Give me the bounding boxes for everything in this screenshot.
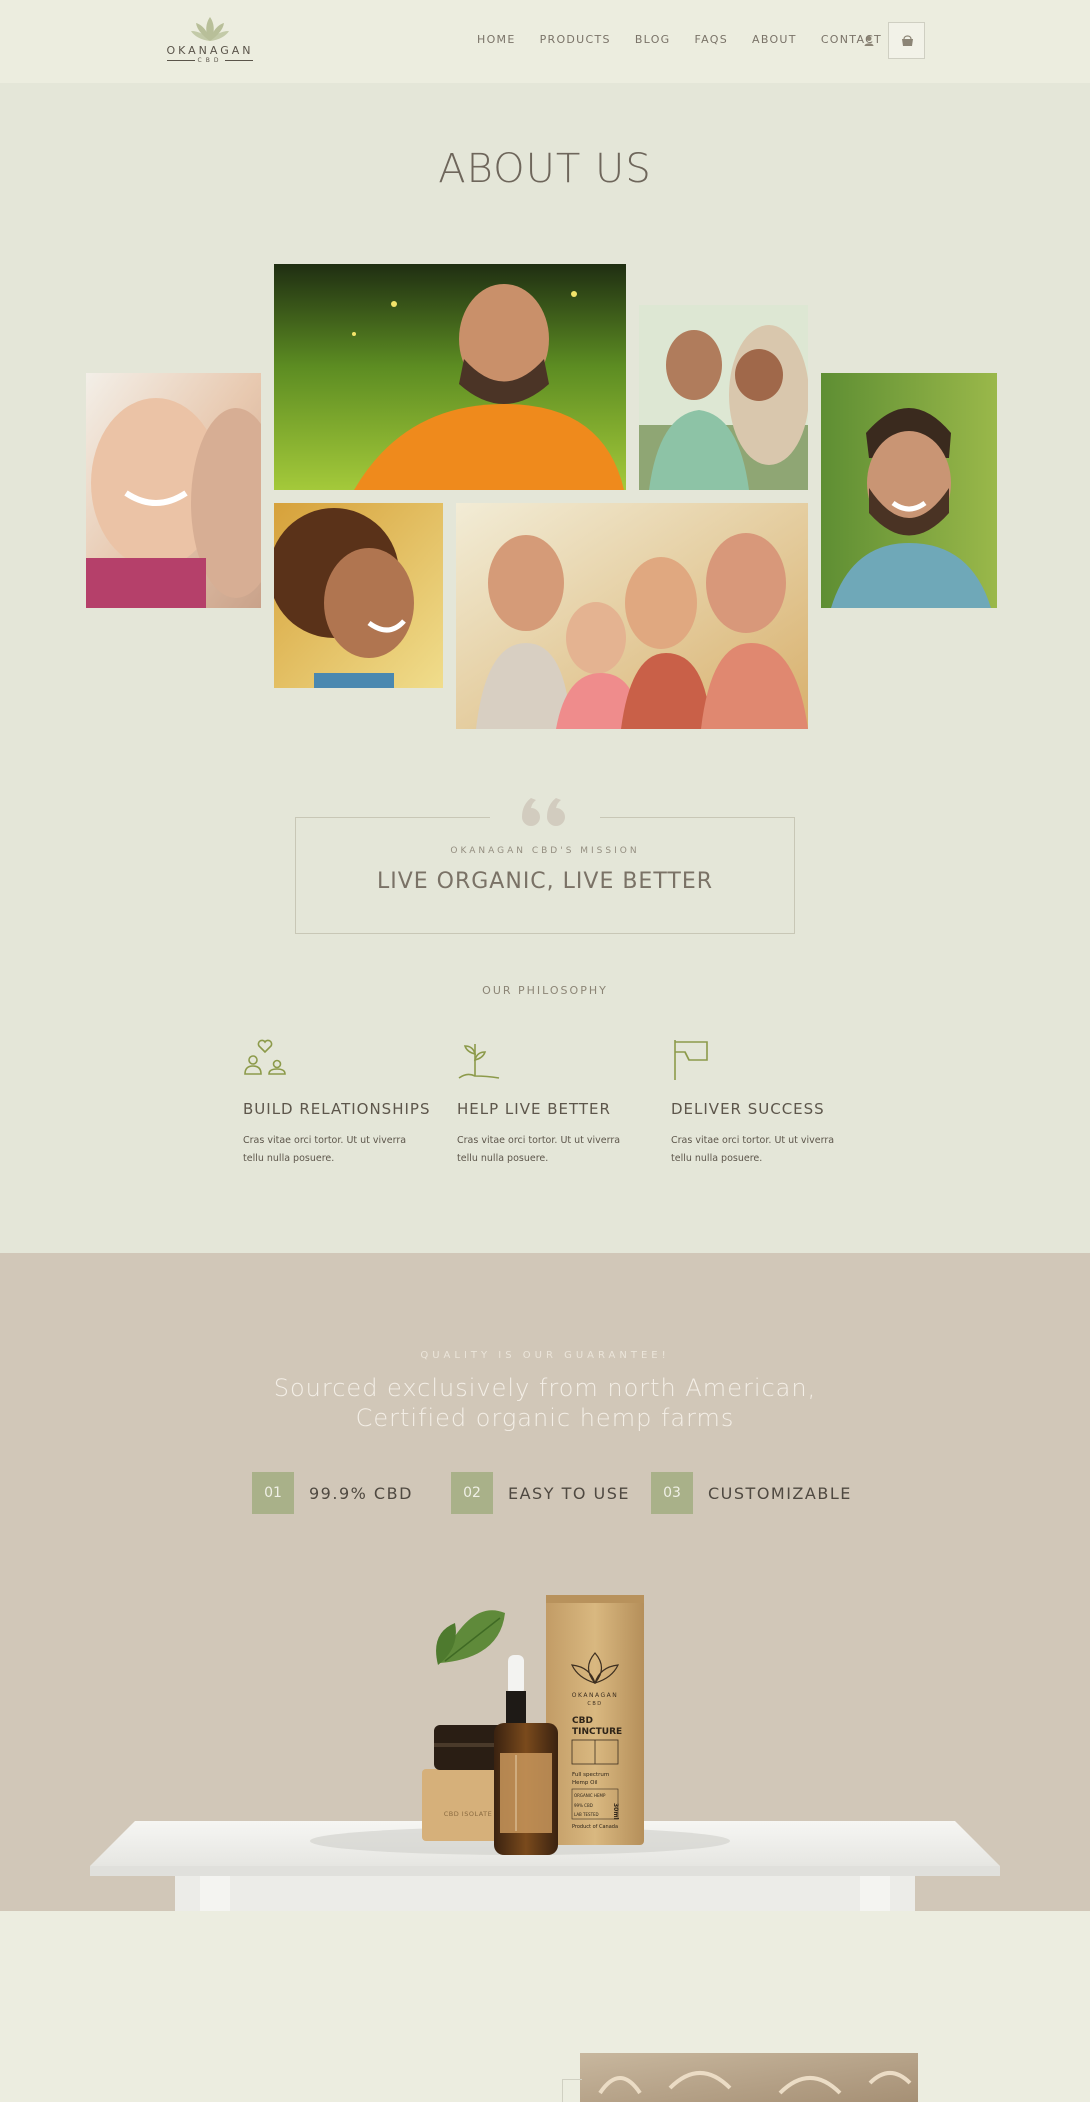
feature-item: 03 CUSTOMIZABLE [651, 1472, 852, 1514]
philosophy-item-text: Cras vitae orci tortor. Ut ut viverra te… [243, 1135, 407, 1164]
quality-title-line: Certified organic hemp farms [355, 1404, 735, 1432]
feature-number: 02 [451, 1472, 493, 1514]
lotus-logo-icon [191, 17, 229, 41]
photo-woman-curly-hair [274, 503, 443, 688]
site-header: OKANAGAN CBD HOME PRODUCTS BLOG FAQS ABO… [0, 0, 1090, 83]
feature-label: 99.9% CBD [309, 1483, 413, 1503]
philosophy-item: BUILD RELATIONSHIPS Cras vitae orci tort… [243, 1038, 443, 1168]
philosophy-item: DELIVER SUCCESS Cras vitae orci tortor. … [671, 1038, 871, 1168]
cart-icon [902, 35, 913, 46]
mission-title: LIVE ORGANIC, LIVE BETTER [376, 869, 714, 894]
philosophy-item-title: BUILD RELATIONSHIPS [243, 1100, 431, 1118]
logo[interactable]: OKANAGAN CBD [163, 14, 257, 70]
photo-man-sunlight [274, 264, 626, 490]
page-title: ABOUT US [438, 146, 652, 192]
flag-icon [674, 1040, 708, 1080]
tube-brand: OKANAGAN [572, 1692, 618, 1699]
tube-tag: LAB TESTED [574, 1812, 599, 1817]
feature-number: 03 [651, 1472, 693, 1514]
quality-title-line: Sourced exclusively from north American, [273, 1374, 817, 1402]
philosophy-item: HELP LIVE BETTER Cras vitae orci tortor.… [457, 1038, 657, 1168]
logo-text: OKANAGAN [166, 44, 254, 57]
carved-texture-image [580, 2053, 918, 2102]
main-nav: HOME PRODUCTS BLOG FAQS ABOUT CONTACT [477, 33, 906, 46]
feature-label: CUSTOMIZABLE [708, 1483, 852, 1503]
photo-bearded-man [821, 373, 997, 608]
photo-family [456, 503, 808, 729]
feature-label: EASY TO USE [508, 1483, 630, 1503]
philosophy-label: OUR PHILOSOPHY [482, 984, 608, 997]
tube-title: TINCTURE [572, 1727, 622, 1737]
nav-about[interactable]: ABOUT [752, 33, 797, 46]
leaf-decoration [436, 1610, 505, 1665]
nav-home[interactable]: HOME [477, 33, 516, 46]
tube-origin: Product of Canada [572, 1824, 618, 1830]
philosophy-item-title: DELIVER SUCCESS [671, 1100, 825, 1118]
philosophy-item-text: Cras vitae orci tortor. Ut ut viverra te… [671, 1135, 835, 1164]
logo-divider [225, 60, 253, 61]
photo-man-with-dog [639, 305, 808, 490]
jar-label: CBD ISOLATE [444, 1810, 493, 1818]
tube-title: CBD [572, 1716, 593, 1726]
quality-title: Sourced exclusively from north American,… [0, 1373, 1090, 1433]
quality-label: QUALITY IS OUR GUARANTEE! [420, 1350, 670, 1361]
tube-tag: ORGANIC HEMP [574, 1793, 606, 1798]
quote-icon [490, 794, 600, 830]
tube-tag: 99% CBD [574, 1803, 593, 1808]
product-display: OKANAGAN CBD CBD TINCTURE Full spectrum … [90, 1595, 1000, 1911]
nav-faqs[interactable]: FAQS [695, 33, 729, 46]
frame-corner [562, 2079, 582, 2102]
sprout-icon [458, 1044, 500, 1079]
user-icon[interactable] [862, 34, 876, 48]
feature-number: 01 [252, 1472, 294, 1514]
philosophy-item-text: Cras vitae orci tortor. Ut ut viverra te… [457, 1135, 621, 1164]
mission-label: OKANAGAN CBD'S MISSION [450, 846, 640, 856]
photo-elderly-couple [86, 373, 261, 608]
tube-desc: Hemp Oil [572, 1780, 598, 1786]
quality-section: QUALITY IS OUR GUARANTEE! Sourced exclus… [0, 1253, 1090, 1911]
feature-item: 01 99.9% CBD [252, 1472, 413, 1514]
tube-size: 30ml [612, 1803, 619, 1820]
nav-blog[interactable]: BLOG [635, 33, 671, 46]
tube-sub: CBD [587, 1701, 602, 1707]
tube-desc: Full spectrum [572, 1772, 609, 1778]
nav-products[interactable]: PRODUCTS [540, 33, 611, 46]
philosophy-item-title: HELP LIVE BETTER [457, 1100, 611, 1118]
next-section [0, 1911, 1090, 2102]
people-heart-icon [244, 1039, 286, 1075]
feature-item: 02 EASY TO USE [451, 1472, 630, 1514]
cart-button[interactable] [888, 22, 925, 59]
